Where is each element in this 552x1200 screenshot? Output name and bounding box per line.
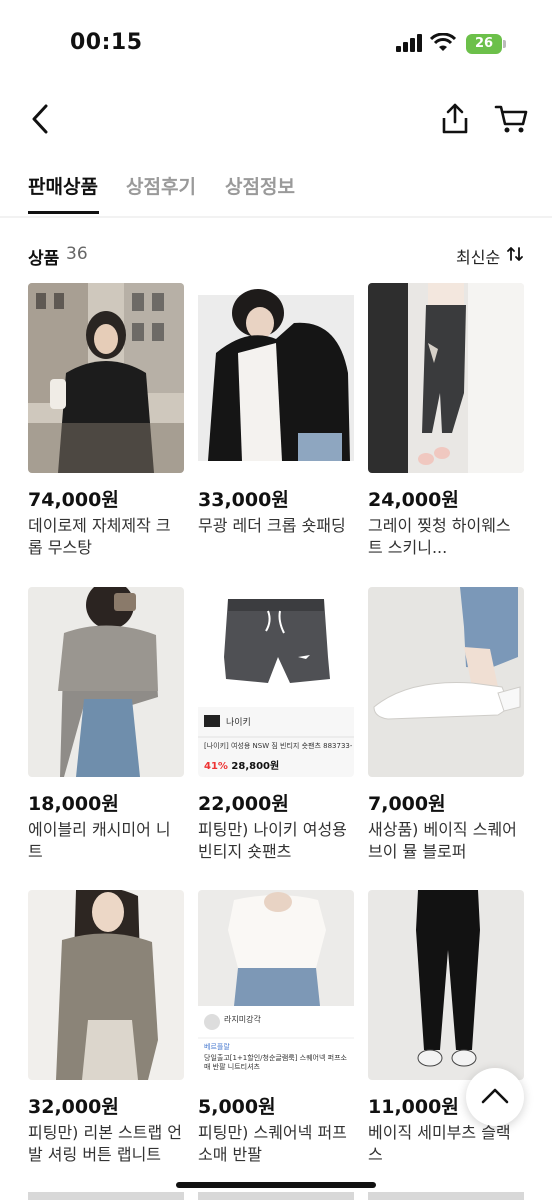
battery-tip: [503, 40, 506, 48]
product-image[interactable]: [28, 890, 184, 1080]
product-name[interactable]: 그레이 찢청 하이웨스트 스키니...: [368, 515, 524, 559]
product-image[interactable]: [28, 587, 184, 777]
product-name[interactable]: 피팅만) 나이키 여성용 빈티지 숏팬츠: [198, 819, 354, 863]
products-title: 상품: [28, 249, 60, 269]
cellular-signal-icon: [396, 34, 422, 52]
next-row-peek: [368, 1192, 524, 1200]
product-price: 32,000원: [28, 1096, 119, 1118]
product-price: 7,000원: [368, 793, 446, 815]
tab-sales-items[interactable]: 판매상품: [28, 172, 98, 199]
top-shop-label: 라지미강각: [224, 1015, 261, 1024]
store-tabs: 판매상품 상점후기 상점정보: [0, 168, 552, 216]
next-row-peek: [198, 1192, 354, 1200]
product-price: 11,000원: [368, 1096, 459, 1118]
active-tab-indicator: [28, 211, 99, 214]
product-price: 18,000원: [28, 793, 119, 815]
product-image[interactable]: [28, 283, 184, 473]
product-image[interactable]: [368, 283, 524, 473]
cart-icon[interactable]: [494, 102, 530, 136]
product-image[interactable]: 라지미강각 베르플랄 당일출고[1+1할인/청순글램룩] 스퀘어넥 퍼프소매 반…: [198, 890, 354, 1080]
product-image[interactable]: [368, 890, 524, 1080]
nike-price: 28,800원: [231, 761, 280, 772]
share-icon[interactable]: [438, 102, 472, 136]
nike-price-row: 41% 28,800원: [204, 757, 279, 772]
top-badge-label: 베르플랄: [204, 1043, 230, 1051]
top-desc-label: 당일출고[1+1할인/청순글램룩] 스퀘어넥 퍼프소매 반팔 니트티셔츠: [204, 1054, 347, 1071]
nike-discount: 41%: [204, 761, 228, 772]
product-price: 22,000원: [198, 793, 289, 815]
nike-desc-label: [나이키] 여성용 NSW 짐 빈티지 숏팬츠 883733-010: [204, 742, 352, 750]
sort-arrows-icon[interactable]: [506, 246, 524, 262]
sort-button[interactable]: 최신순: [456, 244, 500, 268]
product-price: 33,000원: [198, 489, 289, 511]
tab-store-info[interactable]: 상점정보: [225, 172, 295, 199]
battery-icon: 26: [466, 34, 502, 54]
nike-shop-label: 나이키: [226, 718, 251, 728]
product-name[interactable]: 새상품) 베이직 스퀘어 브이 뮬 블로퍼: [368, 819, 524, 863]
product-name[interactable]: 베이직 세미부츠 슬랙스: [368, 1122, 524, 1166]
top-nav: [0, 90, 552, 150]
chevron-up-icon: [481, 1088, 509, 1104]
product-image[interactable]: [368, 587, 524, 777]
product-price: 24,000원: [368, 489, 459, 511]
wifi-icon: [430, 33, 456, 51]
tabs-divider: [0, 216, 552, 218]
product-name[interactable]: 에이블리 캐시미어 니트: [28, 819, 184, 863]
status-time: 00:15: [70, 30, 143, 55]
product-name[interactable]: 무광 레더 크롭 숏패딩: [198, 515, 354, 537]
product-name[interactable]: 데이로제 자체제작 크롭 무스탕: [28, 515, 184, 559]
product-name[interactable]: 피팅만) 리본 스트랩 언발 셔링 버튼 랩니트: [28, 1122, 184, 1166]
product-price: 5,000원: [198, 1096, 276, 1118]
next-row-peek: [28, 1192, 184, 1200]
scroll-to-top-button[interactable]: [466, 1068, 524, 1126]
status-bar: 00:15 26: [0, 0, 552, 80]
products-count: 36: [66, 244, 88, 264]
home-indicator[interactable]: [176, 1182, 376, 1188]
tab-store-reviews[interactable]: 상점후기: [126, 172, 196, 199]
product-image[interactable]: [198, 283, 354, 473]
product-price: 74,000원: [28, 489, 119, 511]
back-icon[interactable]: [26, 102, 56, 136]
products-header: 상품 36 최신순: [0, 242, 552, 272]
product-name[interactable]: 피팅만) 스퀘어넥 퍼프소매 반팔: [198, 1122, 354, 1166]
product-image[interactable]: 나이키 [나이키] 여성용 NSW 짐 빈티지 숏팬츠 883733-010 4…: [198, 587, 354, 777]
battery-level: 26: [474, 36, 494, 51]
